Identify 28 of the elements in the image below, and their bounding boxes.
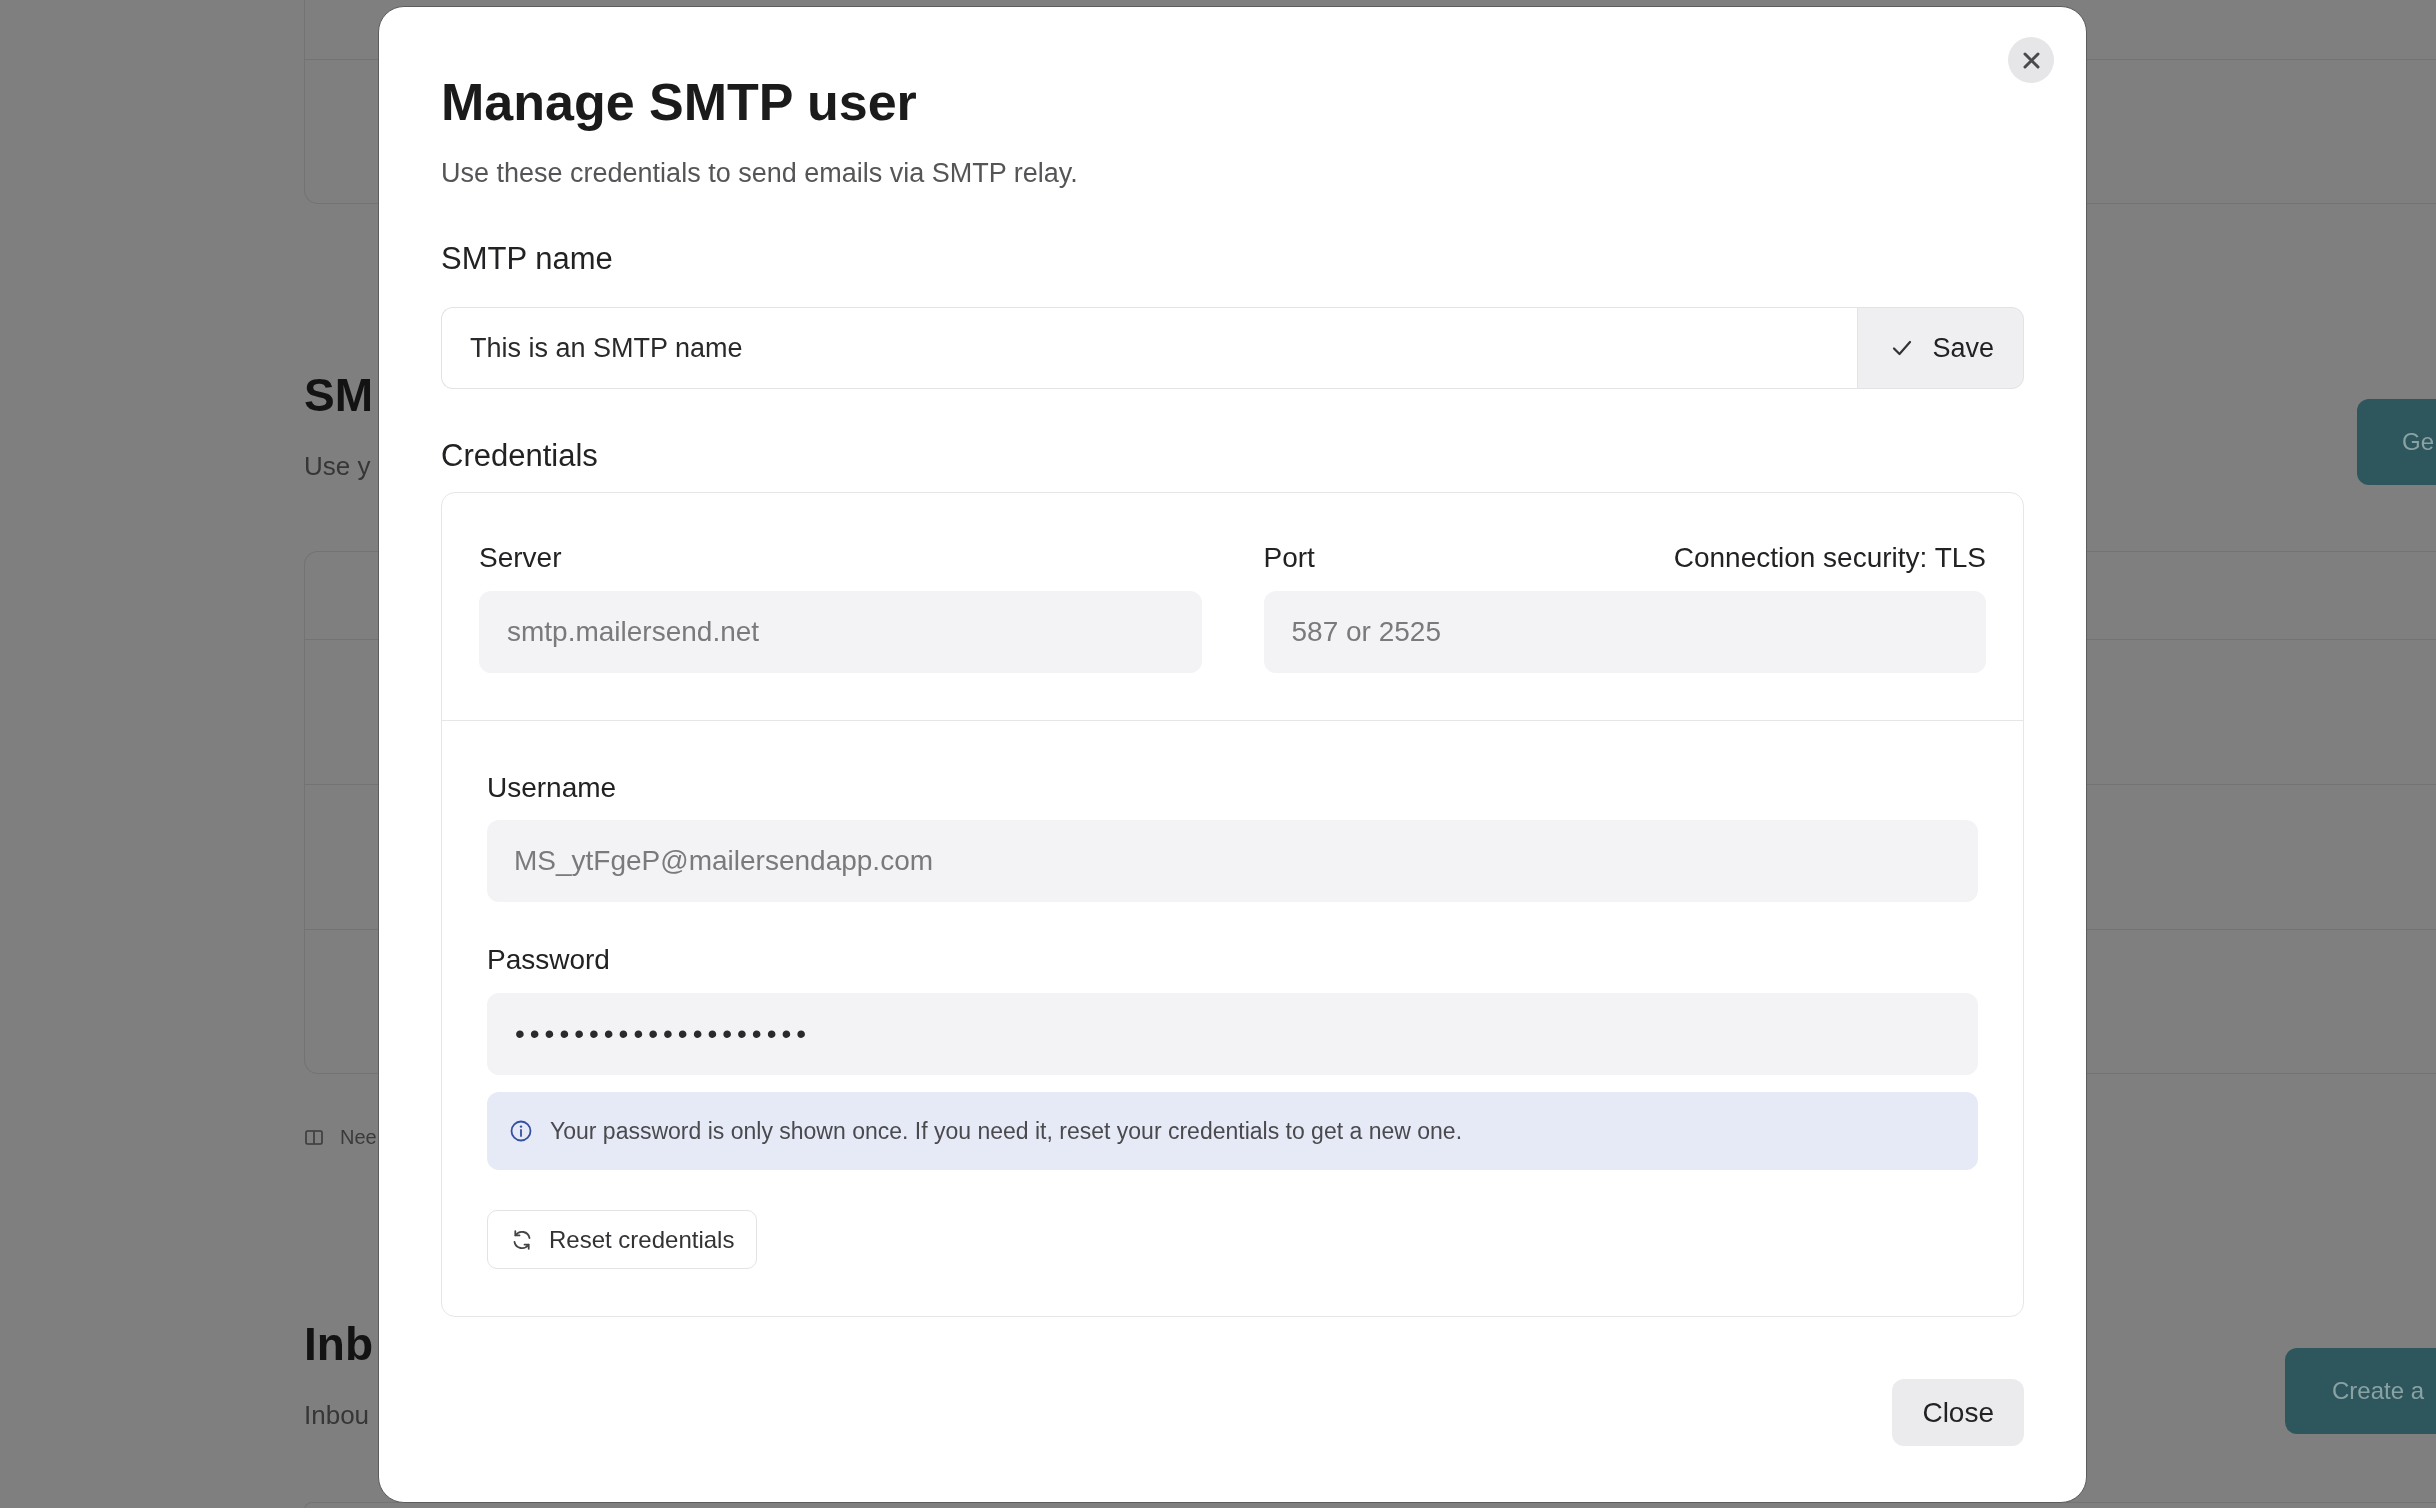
dialog-description: Use these credentials to send emails via SMTP relay. [441,157,1078,190]
name-input[interactable]: This is an SMTP name [441,307,1858,389]
close-button[interactable] [2008,37,2054,83]
section-heading: SMTP name [441,240,614,278]
section-button[interactable]: Create a [2285,1348,2436,1434]
security-text: Connection security: TLS [1673,541,1986,575]
section-title: Inb [304,1318,373,1370]
footer-link[interactable]: Nee [340,1125,377,1149]
refresh-icon [511,1228,533,1251]
field-label: Password [487,943,610,977]
field-label: Server [479,541,562,575]
save-button[interactable]: Save [1857,307,2024,389]
section-description: Use y [304,450,372,482]
close-icon [2022,51,2040,69]
book-icon [305,1129,323,1145]
field-label: Port [1263,541,1315,575]
reset-button[interactable]: Reset credentials [487,1210,758,1269]
password-field[interactable]: •••••••••••••••••••• [487,993,1978,1075]
dialog-title: Manage SMTP user [441,72,918,133]
check-icon [1892,340,1913,356]
section-button[interactable]: Ge [2357,399,2436,485]
info-icon [510,1120,532,1142]
section-title: SM [304,369,373,421]
section-heading: Credentials [441,437,599,475]
close-dialog-button[interactable]: Close [1892,1379,2024,1446]
notice-text: Your password is only shown once. If you need it, reset your credentials to get a new one. [550,1116,1462,1146]
section-description: Inbou [304,1399,371,1431]
field-label: Username [487,771,617,805]
